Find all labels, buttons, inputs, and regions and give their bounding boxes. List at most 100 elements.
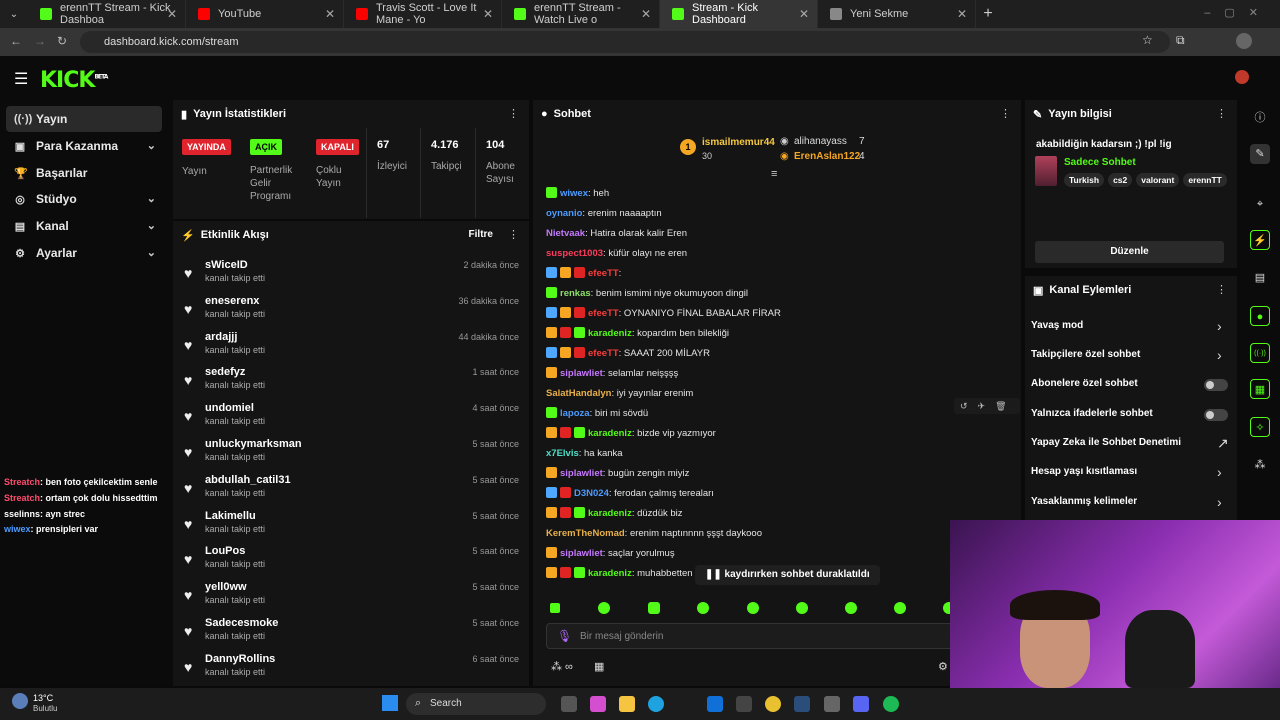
channel-action-item[interactable]: Yavaş mod xyxy=(1031,320,1083,331)
channel-action-item[interactable]: Hesap yaşı kısıtlaması xyxy=(1031,466,1137,477)
chat-message[interactable]: karadeniz: düzdük biz xyxy=(546,507,683,521)
taskbar-search[interactable]: ⌕ Search xyxy=(406,693,546,715)
forward-icon[interactable]: → xyxy=(34,34,46,48)
activity-item[interactable]: ♥ eneserenx kanalı takip etti 36 dakika önc… xyxy=(184,295,524,329)
chat-username[interactable]: siplawliet xyxy=(560,548,603,559)
info-icon[interactable]: ⓘ xyxy=(1250,108,1270,128)
file-explorer-icon[interactable] xyxy=(619,696,635,712)
kick-logo[interactable]: KICKBETA xyxy=(40,68,108,93)
chat-message[interactable]: efeeTT: SAAAT 200 MİLAYR xyxy=(546,347,710,361)
chat-message[interactable]: siplawliet: bugün zengin miyiz xyxy=(546,467,689,481)
extensions-icon[interactable]: ⧉ xyxy=(1176,33,1185,48)
chat-message[interactable]: karadeniz: kopardım ben bilekliği xyxy=(546,327,729,341)
discord-icon[interactable] xyxy=(853,696,869,712)
microphone-icon[interactable]: 🎙 xyxy=(557,629,572,643)
activity-item[interactable]: ♥ ardajjj kanalı takip etti 44 dakika önce xyxy=(184,331,524,365)
channel-action-item[interactable]: Yasaklanmış kelimeler xyxy=(1031,496,1137,507)
chat-message[interactable]: lapoza: biri mi sövdü xyxy=(546,407,648,421)
chrome-icon[interactable] xyxy=(765,696,781,712)
activity-item[interactable]: ♥ yell0ww kanalı takip etti 5 saat önce xyxy=(184,581,524,615)
chat-username[interactable]: efeeTT xyxy=(588,268,619,279)
chat-username[interactable]: karadeniz xyxy=(588,568,632,579)
chat-username[interactable]: suspect1003 xyxy=(546,248,603,259)
chat-icon[interactable]: ● xyxy=(1250,306,1270,326)
chevron-right-icon[interactable]: › xyxy=(1217,464,1222,480)
outlook-icon[interactable] xyxy=(707,696,723,712)
nav-item[interactable]: ▣ Para Kazanma ⌄ xyxy=(6,133,162,159)
windows-start-icon[interactable] xyxy=(382,695,398,711)
close-tab-icon[interactable]: ✕ xyxy=(483,7,493,21)
chat-menu-icon[interactable]: ⋮ xyxy=(1000,107,1011,120)
chat-username[interactable]: wiwex xyxy=(560,188,588,199)
stream-tag[interactable]: cs2 xyxy=(1108,173,1133,187)
nav-item[interactable]: 🏆 Başarılar xyxy=(6,160,162,186)
activity-item[interactable]: ♥ Sadecesmoke kanalı takip etti 5 saat önce xyxy=(184,617,524,651)
close-tab-icon[interactable]: ✕ xyxy=(957,7,967,21)
toggle-switch[interactable] xyxy=(1204,409,1228,421)
store-icon[interactable]: ▦ xyxy=(594,660,604,673)
chevron-down-icon[interactable]: ⌄ xyxy=(147,192,156,205)
chat-message[interactable]: SalatHandalyn: iyi yayınlar erenim xyxy=(546,387,693,401)
top-supporter-name[interactable]: ismailmemur44 xyxy=(702,137,775,148)
chat-message[interactable]: karadeniz: bizde vip yazmıyor xyxy=(546,427,716,441)
profile-avatar[interactable] xyxy=(1236,33,1252,49)
chevron-right-icon[interactable]: › xyxy=(1217,347,1222,363)
chat-username[interactable]: efeeTT xyxy=(588,308,619,319)
toggle-switch[interactable] xyxy=(1204,379,1228,391)
nav-item[interactable]: ◎ Stüdyo ⌄ xyxy=(6,186,162,212)
activity-item[interactable]: ♥ Lakimellu kanalı takip etti 5 saat önce xyxy=(184,510,524,544)
chat-username[interactable]: lapoza xyxy=(560,408,590,419)
stream-tag[interactable]: erennTT xyxy=(1183,173,1227,187)
browser-tab[interactable]: Stream - Kick Dashboard ✕ xyxy=(660,0,818,28)
chat-username[interactable]: renkas xyxy=(560,288,591,299)
chat-message[interactable]: oynanio: erenim naaaaptın xyxy=(546,207,662,221)
chat-username[interactable]: SalatHandalyn xyxy=(546,388,611,399)
external-link-icon[interactable]: ↗ xyxy=(1217,435,1229,452)
chat-username[interactable]: D3N024 xyxy=(574,488,609,499)
weather-icon[interactable] xyxy=(12,693,28,709)
chat-username[interactable]: karadeniz xyxy=(588,428,632,439)
url-input[interactable]: dashboard.kick.com/stream xyxy=(80,31,1170,53)
new-tab-button[interactable]: + xyxy=(976,5,1000,23)
activity-item[interactable]: ♥ LouPos kanalı takip etti 5 saat önce xyxy=(184,545,524,579)
activity-item[interactable]: ♥ unluckymarksman kanalı takip etti 5 saat … xyxy=(184,438,524,472)
task-view-icon[interactable] xyxy=(561,696,577,712)
chat-message[interactable]: wiwex: heh xyxy=(546,187,609,201)
hamburger-menu-icon[interactable]: ☰ xyxy=(14,69,28,89)
reload-icon[interactable]: ↻ xyxy=(57,34,67,48)
chat-username[interactable]: karadeniz xyxy=(588,328,632,339)
chat-username[interactable]: Nietvaak xyxy=(546,228,585,239)
chat-message[interactable]: Nietvaak: Hatira olarak kalir Eren xyxy=(546,227,687,241)
activity-menu-icon[interactable]: ⋮ xyxy=(508,228,519,241)
emote-icon[interactable]: ⁂ xyxy=(1250,455,1270,475)
chat-paused-banner[interactable]: ❚❚ kaydırırken sohbet duraklatıldı xyxy=(695,565,880,585)
bolt-icon[interactable]: ⚡ xyxy=(1250,230,1270,250)
edge-icon[interactable] xyxy=(648,696,664,712)
activity-item[interactable]: ♥ abdullah_catil31 kanalı takip etti 5 saat… xyxy=(184,474,524,508)
supporter-3-name[interactable]: ErenAslan122 xyxy=(794,151,860,162)
user-avatar[interactable] xyxy=(1235,70,1249,84)
chat-message[interactable]: renkas: benim ismimi niye okumuyoon ding… xyxy=(546,287,748,301)
chevron-down-icon[interactable]: ⌄ xyxy=(147,219,156,232)
browser-tab[interactable]: Travis Scott - Love It Mane - Yo ✕ xyxy=(344,0,502,28)
chat-settings-icon[interactable]: ⚙ xyxy=(938,660,948,673)
nav-item[interactable]: ▤ Kanal ⌄ xyxy=(6,213,162,239)
chat-username[interactable]: siplawliet xyxy=(560,368,603,379)
document-icon[interactable]: ▤ xyxy=(1250,268,1270,288)
broadcast-icon[interactable]: ((·)) xyxy=(1250,343,1270,363)
bookmark-star-icon[interactable]: ☆ xyxy=(1142,33,1153,47)
chat-message[interactable]: siplawliet: selamlar neişşşş xyxy=(546,367,678,381)
chat-username[interactable]: karadeniz xyxy=(588,508,632,519)
emote-picker-icon[interactable]: ⁂ ∞ xyxy=(551,660,573,673)
chat-input[interactable]: 🎙 Bir mesaj gönderin xyxy=(546,623,958,649)
chat-message[interactable]: efeeTT: xyxy=(546,267,621,281)
layout-icon[interactable]: ▦ xyxy=(1250,379,1270,399)
chat-message[interactable]: siplawliet: saçlar yorulmuş xyxy=(546,547,675,561)
stream-tag[interactable]: Turkish xyxy=(1064,173,1105,187)
channel-action-item[interactable]: Yalnızca ifadelerle sohbet xyxy=(1031,408,1153,419)
tab-list-icon[interactable]: ⌄ xyxy=(0,9,28,20)
chat-username[interactable]: x7Elvis xyxy=(546,448,579,459)
close-tab-icon[interactable]: ✕ xyxy=(799,7,809,21)
channel-actions-menu-icon[interactable]: ⋮ xyxy=(1216,283,1227,296)
chevron-down-icon[interactable]: ⌄ xyxy=(147,139,156,152)
